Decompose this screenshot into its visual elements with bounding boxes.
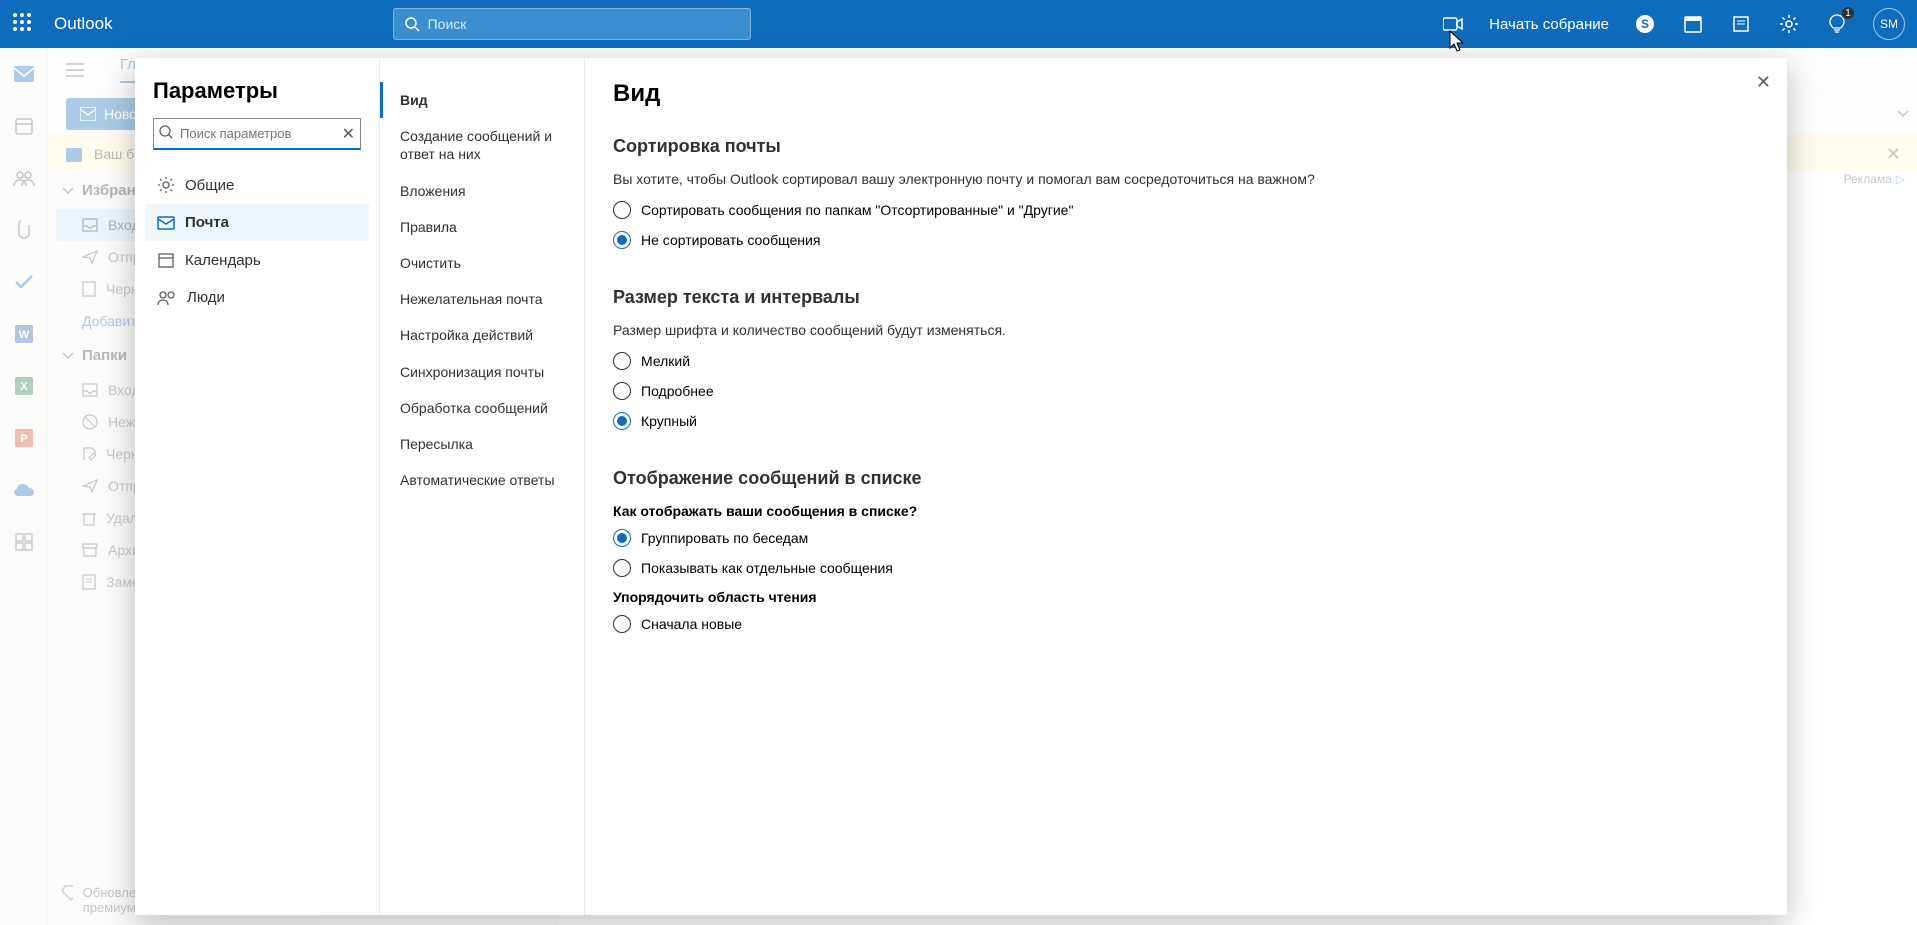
notes-icon[interactable] xyxy=(1729,12,1753,36)
whats-new-icon[interactable]: 1 xyxy=(1825,12,1849,36)
radio-icon xyxy=(613,352,631,370)
start-meeting-label[interactable]: Начать собрание xyxy=(1489,16,1609,33)
dialog-close-icon[interactable]: ✕ xyxy=(1756,72,1771,93)
text-size-title: Размер текста и интервалы xyxy=(613,287,1759,308)
sub-compose[interactable]: Создание сообщений и ответ на них xyxy=(380,118,584,172)
sub-sync[interactable]: Синхронизация почты xyxy=(380,354,584,390)
search-box[interactable] xyxy=(393,8,751,40)
radio-icon xyxy=(613,231,631,249)
radio-icon xyxy=(613,615,631,633)
search-input[interactable] xyxy=(428,16,740,32)
settings-search[interactable]: ✕ xyxy=(153,118,361,150)
calendar-icon xyxy=(157,251,175,269)
text-size-desc: Размер шрифта и количество сообщений буд… xyxy=(613,322,1759,338)
sort-section-desc: Вы хотите, чтобы Outlook сортировал вашу… xyxy=(613,171,1759,187)
category-mail[interactable]: Почта xyxy=(145,204,369,241)
svg-text:S: S xyxy=(1641,17,1649,31)
display-section-title: Отображение сообщений в списке xyxy=(613,468,1759,489)
people-icon xyxy=(157,290,177,306)
sub-view[interactable]: Вид xyxy=(380,82,584,118)
radio-sort-none[interactable]: Не сортировать сообщения xyxy=(613,231,1759,249)
radio-icon xyxy=(613,201,631,219)
settings-dialog: ✕ Параметры ✕ Общие Почта Календарь Люди… xyxy=(135,58,1787,915)
skype-icon[interactable]: S xyxy=(1633,12,1657,36)
sub-junk[interactable]: Нежелательная почта xyxy=(380,281,584,317)
radio-icon xyxy=(613,559,631,577)
sub-sweep[interactable]: Очистить xyxy=(380,245,584,281)
radio-text-large[interactable]: Крупный xyxy=(613,412,1759,430)
radio-text-medium[interactable]: Подробнее xyxy=(613,382,1759,400)
clear-icon[interactable]: ✕ xyxy=(342,124,355,144)
category-people[interactable]: Люди xyxy=(145,279,369,316)
radio-sort-focused[interactable]: Сортировать сообщения по папкам "Отсорти… xyxy=(613,201,1759,219)
sort-section-title: Сортировка почты xyxy=(613,136,1759,157)
radio-display-conversations[interactable]: Группировать по беседам xyxy=(613,529,1759,547)
user-avatar[interactable]: SM xyxy=(1873,8,1905,40)
gear-icon xyxy=(157,176,175,194)
radio-icon xyxy=(613,382,631,400)
sub-auto-replies[interactable]: Автоматические ответы xyxy=(380,462,584,498)
app-launcher-icon[interactable] xyxy=(12,12,36,36)
sub-forwarding[interactable]: Пересылка xyxy=(380,426,584,462)
panel-title: Вид xyxy=(613,80,1759,108)
settings-subcategories: Вид Создание сообщений и ответ на них Вл… xyxy=(380,58,585,915)
settings-search-input[interactable] xyxy=(153,118,361,150)
radio-order-newest[interactable]: Сначала новые xyxy=(613,615,1759,633)
settings-categories: Параметры ✕ Общие Почта Календарь Люди xyxy=(135,58,380,915)
settings-title: Параметры xyxy=(145,78,369,104)
radio-icon xyxy=(613,529,631,547)
settings-content: Вид Сортировка почты Вы хотите, чтобы Ou… xyxy=(585,58,1787,915)
category-calendar[interactable]: Календарь xyxy=(145,241,369,279)
radio-display-individual[interactable]: Показывать как отдельные сообщения xyxy=(613,559,1759,577)
sub-handling[interactable]: Обработка сообщений xyxy=(380,390,584,426)
whats-new-badge: 1 xyxy=(1841,6,1855,20)
calendar-day-icon[interactable] xyxy=(1681,12,1705,36)
sub-attachments[interactable]: Вложения xyxy=(380,173,584,209)
sub-rules[interactable]: Правила xyxy=(380,209,584,245)
app-header: Outlook Начать собрание S 1 SM xyxy=(0,0,1917,48)
search-icon xyxy=(159,125,173,139)
order-section-title: Упорядочить область чтения xyxy=(613,589,1759,605)
radio-text-small[interactable]: Мелкий xyxy=(613,352,1759,370)
category-general[interactable]: Общие xyxy=(145,166,369,204)
settings-gear-icon[interactable] xyxy=(1777,12,1801,36)
radio-icon xyxy=(613,412,631,430)
mail-icon xyxy=(157,216,175,230)
search-icon xyxy=(404,16,420,32)
display-section-desc: Как отображать ваши сообщения в списке? xyxy=(613,503,1759,519)
sub-actions[interactable]: Настройка действий xyxy=(380,317,584,353)
meet-video-icon[interactable] xyxy=(1441,12,1465,36)
app-brand: Outlook xyxy=(54,14,113,34)
